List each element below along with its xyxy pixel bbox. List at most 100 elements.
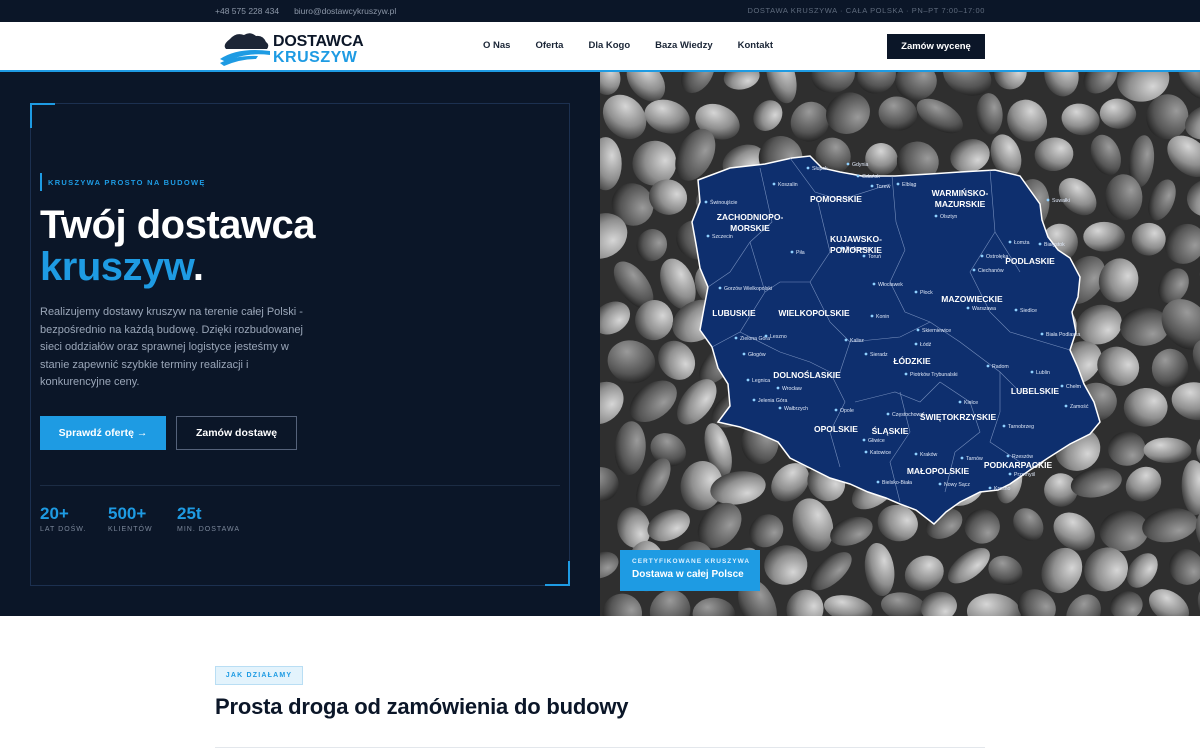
section-divider — [215, 747, 985, 748]
map-region-label: OPOLSKIE — [814, 424, 858, 434]
city-dot — [870, 314, 874, 318]
city-label: Wrocław — [782, 386, 802, 392]
stat-clients: 500+ KLIENTÓW — [108, 504, 153, 533]
city-label: Świnoujście — [710, 198, 738, 206]
hero-eyebrow: KRUSZYWA PROSTO NA BUDOWĘ — [40, 173, 206, 191]
map-region-label: PODLASKIE — [1005, 256, 1055, 266]
phone-link[interactable]: +48 575 228 434 — [215, 6, 279, 16]
hero-image: Słupsk Gdynia Gdańsk Koszalin Tczew Elbląg Suw… — [600, 72, 1200, 616]
city-label: Głogów — [748, 352, 766, 358]
city-dot — [746, 378, 750, 382]
city-dot — [1040, 332, 1044, 336]
city-label: Warszawa — [972, 306, 996, 312]
city-dot — [958, 400, 962, 404]
map-region-label: PODKARPACKIE — [984, 460, 1053, 470]
city-label: Leszno — [770, 334, 787, 340]
city-label: Kielce — [964, 400, 978, 406]
city-dot — [972, 268, 976, 272]
stat-value: 25t — [177, 504, 202, 523]
order-delivery-button[interactable]: Zamów dostawę — [176, 416, 297, 450]
city-label: Nowy Sącz — [944, 482, 970, 488]
city-dot — [896, 182, 900, 186]
city-label: Opole — [840, 408, 854, 414]
city-label: Radom — [992, 364, 1009, 370]
city-dot — [1008, 240, 1012, 244]
logo-text-bottom: KRUSZYW — [273, 49, 358, 66]
city-dot — [988, 486, 992, 490]
city-label: Gliwice — [868, 438, 885, 444]
city-label: Piotrków Trybunalski — [910, 372, 958, 378]
nav-baza-wiedzy[interactable]: Baza Wiedzy — [655, 40, 712, 51]
city-dot — [904, 372, 908, 376]
city-dot — [764, 334, 768, 338]
nav-o-nas[interactable]: O Nas — [483, 40, 510, 51]
city-dot — [704, 200, 708, 204]
map-region-label: WARMIŃSKO-MAZURSKIE — [932, 188, 989, 209]
map-region-label: ŚLĄSKIE — [872, 425, 909, 436]
city-dot — [1030, 370, 1034, 374]
city-label: Gdynia — [852, 162, 869, 168]
city-dot — [1038, 242, 1042, 246]
city-dot — [1014, 308, 1018, 312]
stat-min-delivery: 25t MIN. DOSTAWA — [177, 504, 240, 533]
nav-kontakt[interactable]: Kontakt — [738, 40, 773, 51]
section-tag: JAK DZIAŁAMY — [215, 666, 303, 685]
city-label: Łódź — [920, 342, 932, 348]
gravel-background: Słupsk Gdynia Gdańsk Koszalin Tczew Elbląg Suw… — [600, 72, 1200, 616]
city-dot — [864, 352, 868, 356]
city-label: Płock — [920, 290, 933, 296]
city-dot — [844, 338, 848, 342]
city-label: Białystok — [1044, 242, 1065, 248]
site-header: DOSTAWCA KRUSZYW O Nas Oferta Dla Kogo B… — [0, 22, 1200, 72]
top-bar: +48 575 228 434 biuro@dostawcykruszyw.pl… — [0, 0, 1200, 22]
check-offer-button[interactable]: Sprawdź ofertę → — [40, 416, 166, 450]
hero-title-dot: . — [192, 245, 204, 289]
city-label: Kalisz — [850, 338, 864, 344]
email-link[interactable]: biuro@dostawcykruszyw.pl — [294, 6, 396, 16]
logo-truck-icon — [220, 33, 270, 66]
city-dot — [856, 174, 860, 178]
city-label: Zamość — [1070, 404, 1089, 410]
city-dot — [776, 386, 780, 390]
badge-text: Dostawa w całej Polsce — [632, 569, 744, 580]
city-dot — [938, 482, 942, 486]
city-dot — [916, 328, 920, 332]
city-dot — [752, 398, 756, 402]
city-label: Włocławek — [878, 282, 903, 288]
city-dot — [1002, 424, 1006, 428]
certified-badge: CERTYFIKOWANE KRUSZYWA Dostawa w całej P… — [620, 550, 760, 591]
city-label: Łomża — [1014, 240, 1030, 246]
map-region-label: DOLNOŚLASKIE — [773, 369, 841, 380]
city-label: Tczew — [876, 184, 891, 190]
hero-title: Twój dostawca kruszyw. — [40, 204, 316, 288]
stat-label: MIN. DOSTAWA — [177, 526, 241, 533]
map-region-label: WIELKOPOLSKIE — [778, 308, 850, 318]
frame-corner-bottom — [545, 561, 570, 586]
city-dot — [862, 254, 866, 258]
nav-dla-kogo[interactable]: Dla Kogo — [588, 40, 630, 51]
map-region-label: MAZOWIECKIE — [941, 294, 1003, 304]
city-label: Olsztyn — [940, 214, 957, 220]
city-label: Elbląg — [902, 182, 917, 188]
logo[interactable]: DOSTAWCA KRUSZYW — [218, 29, 364, 67]
city-dot — [876, 480, 880, 484]
city-dot — [934, 214, 938, 218]
contact-info: +48 575 228 434 biuro@dostawcykruszyw.pl — [215, 6, 396, 16]
quote-button[interactable]: Zamów wycenę — [887, 34, 985, 59]
rock — [1083, 221, 1125, 252]
city-label: Koszalin — [778, 182, 798, 188]
city-label: Legnica — [752, 378, 770, 384]
city-dot — [834, 408, 838, 412]
city-label: Szczecin — [712, 234, 733, 240]
city-dot — [862, 438, 866, 442]
city-label: Piła — [796, 250, 805, 256]
city-dot — [772, 182, 776, 186]
city-dot — [980, 254, 984, 258]
city-dot — [986, 364, 990, 368]
city-label: Przemyśl — [1014, 472, 1035, 478]
hero-title-line2: kruszyw. — [40, 246, 315, 288]
city-label: Jelenia Góra — [758, 398, 788, 404]
city-dot — [1060, 384, 1064, 388]
city-label: Suwałki — [1052, 198, 1070, 204]
nav-oferta[interactable]: Oferta — [535, 40, 563, 51]
